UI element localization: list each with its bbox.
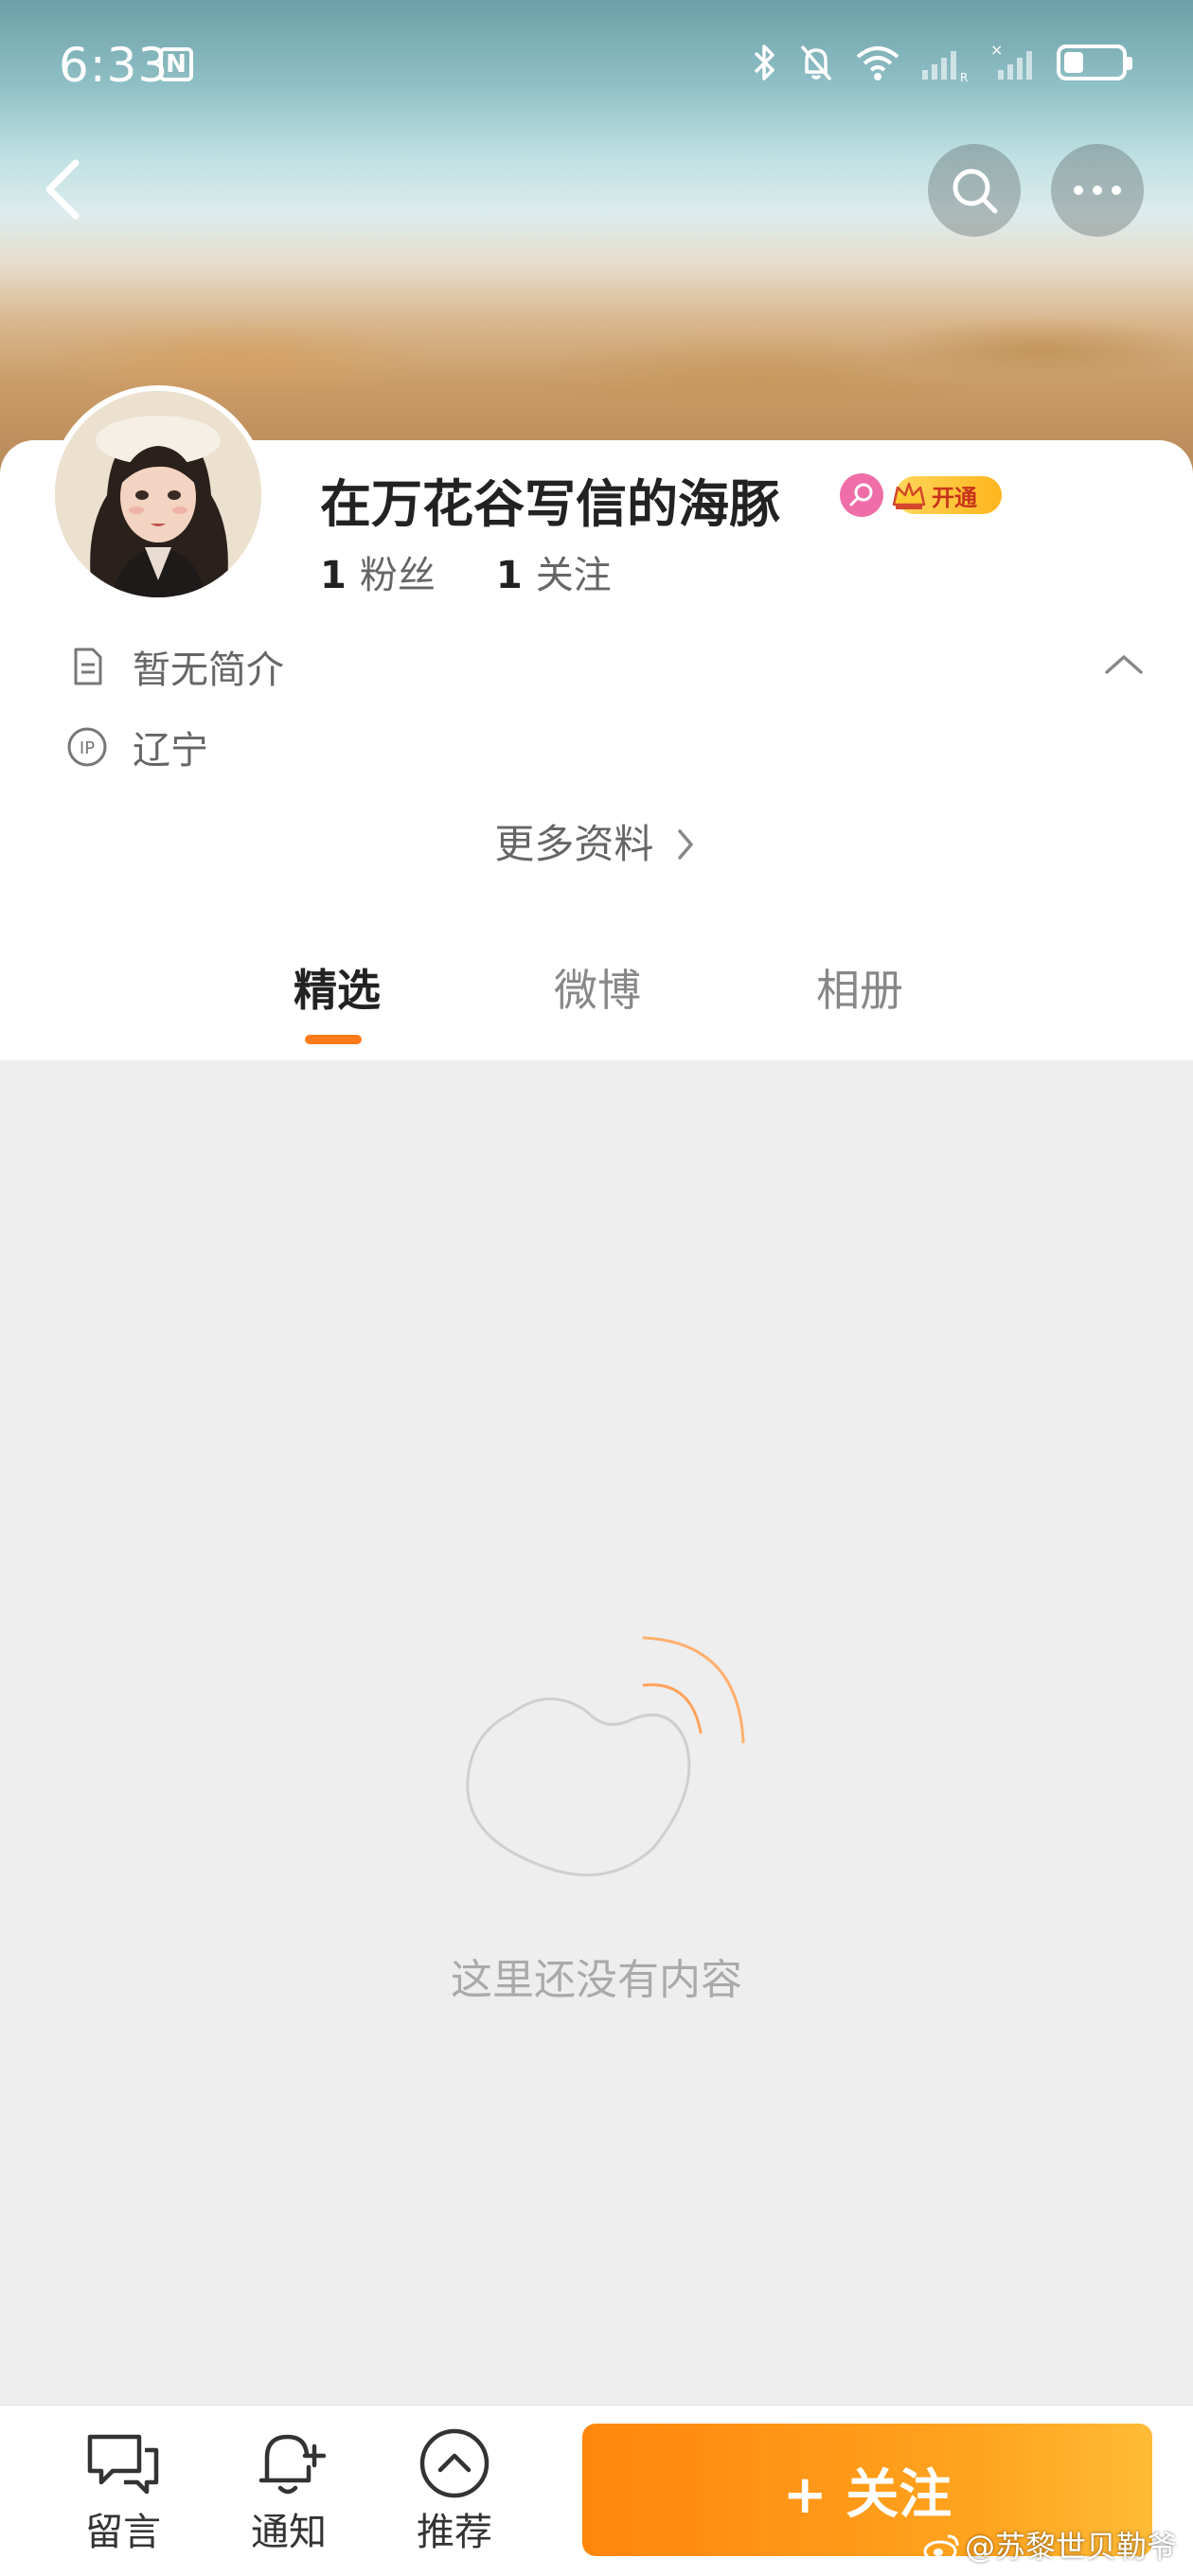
ip-location-text: 辽宁 (133, 729, 208, 773)
tab-weibo[interactable]: 微博 (554, 956, 641, 1019)
profile-tabs: 精选 微博 相册 (0, 956, 1193, 1051)
notify-button[interactable]: 通知 (232, 2425, 346, 2556)
status-time: 6:33 (59, 38, 169, 93)
recommend-button[interactable]: 推荐 (398, 2425, 511, 2556)
fans-count: 1 (320, 554, 347, 597)
fans-label: 粉丝 (359, 554, 436, 597)
search-icon (953, 169, 998, 214)
weibo-logo-icon (923, 2534, 959, 2563)
more-info-link[interactable]: 更多资料 (0, 812, 1193, 870)
status-icons: R × (750, 42, 1132, 83)
badge-icon (849, 483, 873, 506)
collapse-button[interactable] (1103, 653, 1145, 676)
bluetooth-icon (754, 44, 775, 80)
crown-icon (892, 482, 926, 509)
chevron-up-circle-icon (419, 2428, 490, 2498)
avatar-illustration (55, 391, 261, 597)
chevron-up-icon (1105, 655, 1143, 674)
empty-state-illustration (466, 1636, 745, 1876)
fans-stat[interactable]: 1 粉丝 (320, 544, 436, 599)
empty-state-text: 这里还没有内容 (451, 1956, 742, 2004)
search-button[interactable] (928, 144, 1021, 237)
following-label: 关注 (535, 554, 612, 597)
vip-open-label: 开通 (932, 484, 977, 511)
ip-row: IP 辽宁 (66, 720, 208, 774)
ip-location-icon: IP (66, 726, 108, 768)
document-icon (66, 646, 108, 687)
chevron-left-icon (45, 159, 80, 220)
more-options-button[interactable] (1051, 144, 1144, 237)
tab-featured[interactable]: 精选 (294, 956, 381, 1019)
watermark-text: @苏黎世贝勒爷 (965, 2529, 1178, 2565)
bio-text: 暂无简介 (133, 648, 284, 692)
chat-bubbles-icon (87, 2434, 159, 2495)
status-bar: 6:33 N R × (0, 0, 1193, 133)
message-button[interactable]: 留言 (66, 2425, 180, 2556)
back-button[interactable] (34, 151, 91, 227)
bio-row: 暂无简介 (66, 639, 284, 694)
signal-icon-2: × (990, 42, 1032, 80)
profile-stats: 1 粉丝 1 关注 (320, 544, 612, 599)
profile-username: 在万花谷写信的海豚 (320, 474, 780, 534)
wifi-icon (856, 46, 899, 80)
tab-album[interactable]: 相册 (816, 956, 903, 1019)
message-label: 留言 (85, 2511, 161, 2554)
following-stat[interactable]: 1 关注 (496, 544, 612, 599)
svg-text:R: R (960, 71, 968, 83)
nfc-icon: N (159, 47, 193, 81)
battery-level (1064, 52, 1083, 73)
signal-icon-1: R (922, 51, 968, 83)
more-info-label: 更多资料 (494, 821, 654, 867)
recommend-label: 推荐 (417, 2511, 492, 2554)
notify-label: 通知 (251, 2511, 327, 2554)
mute-bell-icon (800, 44, 832, 81)
svg-text:IP: IP (80, 738, 95, 758)
more-icon (1074, 186, 1121, 195)
chevron-right-icon (677, 829, 693, 860)
watermark: @苏黎世贝勒爷 (923, 2523, 1177, 2567)
following-count: 1 (495, 554, 523, 597)
battery-icon (1057, 44, 1132, 80)
vip-open-badge[interactable]: 开通 (892, 476, 1002, 514)
user-level-badge[interactable] (840, 473, 883, 517)
active-tab-indicator (305, 1035, 362, 1044)
bell-plus-icon (258, 2434, 327, 2495)
svg-text:×: × (990, 42, 1003, 59)
avatar[interactable] (49, 385, 267, 603)
